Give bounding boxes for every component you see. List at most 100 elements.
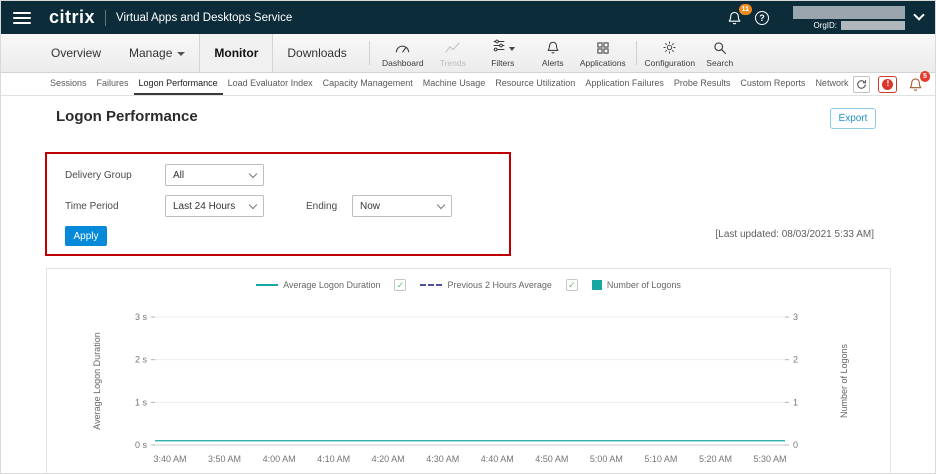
org-id-label: OrgID:: [813, 21, 837, 30]
nav-item-monitor[interactable]: Monitor: [199, 34, 273, 72]
line-swatch-icon: [256, 284, 278, 286]
notification-count-badge: 11: [739, 4, 752, 15]
svg-text:1 s: 1 s: [135, 397, 148, 407]
legend-item-previous-2-hours-average: Previous 2 Hours Average: [420, 280, 551, 290]
svg-text:1: 1: [793, 397, 798, 407]
nav-item-downloads[interactable]: Downloads: [273, 34, 360, 72]
svg-text:0: 0: [793, 440, 798, 450]
tool-applications[interactable]: Applications: [578, 34, 628, 72]
square-swatch-icon: [592, 280, 602, 290]
org-id-redacted: [841, 21, 905, 30]
svg-text:5:10 AM: 5:10 AM: [644, 454, 677, 464]
refresh-button[interactable]: [853, 76, 870, 93]
subtab-application-failures[interactable]: Application Failures: [580, 73, 669, 95]
svg-text:5:20 AM: 5:20 AM: [699, 454, 732, 464]
account-chevron-down-icon[interactable]: [913, 9, 924, 20]
page-title: Logon Performance: [56, 108, 198, 125]
time-period-label: Time Period: [65, 201, 119, 212]
subtab-logon-performance[interactable]: Logon Performance: [134, 73, 223, 95]
org-info: OrgID:: [785, 6, 905, 30]
main-nav: Overview Manage Monitor Downloads Dashbo…: [1, 34, 935, 73]
error-exclamation-icon: !: [882, 79, 893, 90]
dashboard-icon: [394, 39, 411, 55]
svg-text:4:30 AM: 4:30 AM: [426, 454, 459, 464]
filters-dropdown-caret-icon: [509, 47, 515, 51]
legend-item-number-of-logons: Number of Logons: [592, 280, 681, 290]
subtab-load-evaluator-index[interactable]: Load Evaluator Index: [223, 73, 318, 95]
delivery-group-label: Delivery Group: [65, 170, 132, 181]
dashed-line-swatch-icon: [420, 284, 442, 286]
legend-checkbox-previous-2-hours-average[interactable]: [566, 279, 578, 291]
svg-text:4:50 AM: 4:50 AM: [535, 454, 568, 464]
nav-item-manage[interactable]: Manage: [115, 34, 199, 72]
search-icon: [713, 39, 727, 55]
org-name-redacted: [793, 6, 905, 19]
svg-text:3: 3: [793, 312, 798, 322]
citrix-monitor-screen: citrix Virtual Apps and Desktops Service…: [0, 0, 936, 474]
svg-text:4:10 AM: 4:10 AM: [317, 454, 350, 464]
svg-text:Average Logon Duration: Average Logon Duration: [92, 332, 102, 429]
alarm-alerts-button[interactable]: 5: [905, 75, 925, 93]
nav-divider: [636, 41, 637, 65]
subtab-probe-results[interactable]: Probe Results: [669, 73, 736, 95]
monitor-subtabs: Sessions Failures Logon Performance Load…: [1, 73, 935, 96]
tool-configuration[interactable]: Configuration: [645, 34, 695, 72]
subtab-machine-usage[interactable]: Machine Usage: [418, 73, 491, 95]
help-icon[interactable]: ?: [755, 11, 769, 25]
chevron-down-icon: [177, 52, 185, 56]
svg-text:Number of Logons: Number of Logons: [839, 343, 849, 418]
svg-text:5:30 AM: 5:30 AM: [753, 454, 786, 464]
time-period-select[interactable]: Last 24 Hours: [165, 195, 264, 217]
svg-text:0 s: 0 s: [135, 440, 148, 450]
subtab-capacity-management[interactable]: Capacity Management: [318, 73, 418, 95]
applications-grid-icon: [596, 39, 610, 55]
chevron-down-icon: [249, 200, 257, 208]
subtab-sessions[interactable]: Sessions: [45, 73, 92, 95]
apply-button[interactable]: Apply: [65, 226, 107, 246]
logon-performance-chart-card: Average Logon Duration Previous 2 Hours …: [46, 268, 891, 474]
subtab-network[interactable]: Network: [810, 73, 853, 95]
chart-legend: Average Logon Duration Previous 2 Hours …: [47, 279, 890, 291]
svg-text:3:40 AM: 3:40 AM: [153, 454, 186, 464]
export-button[interactable]: Export: [830, 108, 876, 129]
svg-text:2 s: 2 s: [135, 355, 148, 365]
top-bar: citrix Virtual Apps and Desktops Service…: [1, 1, 935, 34]
tool-search[interactable]: Search: [695, 34, 745, 72]
legend-checkbox-average-logon-duration[interactable]: [394, 279, 406, 291]
filters-icon: [491, 38, 507, 55]
refresh-icon: [856, 79, 867, 90]
legend-item-average-logon-duration: Average Logon Duration: [256, 280, 380, 290]
nav-item-overview[interactable]: Overview: [37, 34, 115, 72]
error-indicator-button[interactable]: !: [878, 76, 897, 93]
hamburger-menu-icon[interactable]: [13, 12, 31, 24]
gear-icon: [662, 39, 677, 55]
product-title: Virtual Apps and Desktops Service: [116, 12, 292, 24]
topbar-divider: [105, 10, 106, 26]
tool-alerts[interactable]: Alerts: [528, 34, 578, 72]
nav-divider: [369, 41, 370, 65]
svg-text:5:00 AM: 5:00 AM: [590, 454, 623, 464]
subtab-custom-reports[interactable]: Custom Reports: [735, 73, 810, 95]
citrix-logo: citrix: [49, 7, 95, 28]
notification-bell-icon[interactable]: 11: [723, 7, 745, 29]
subtab-resource-utilization[interactable]: Resource Utilization: [490, 73, 580, 95]
subtab-failures[interactable]: Failures: [92, 73, 134, 95]
svg-text:2: 2: [793, 355, 798, 365]
tool-filters[interactable]: Filters: [478, 34, 528, 72]
delivery-group-select[interactable]: All: [165, 164, 264, 186]
trends-icon: [444, 39, 461, 55]
ending-label: Ending: [306, 201, 337, 212]
svg-text:4:20 AM: 4:20 AM: [372, 454, 405, 464]
tool-dashboard[interactable]: Dashboard: [378, 34, 428, 72]
tool-trends[interactable]: Trends: [428, 34, 478, 72]
alarm-count-badge: 5: [920, 71, 931, 82]
chevron-down-icon: [437, 200, 445, 208]
alerts-bell-icon: [546, 39, 560, 55]
svg-text:3 s: 3 s: [135, 312, 148, 322]
svg-text:3:50 AM: 3:50 AM: [208, 454, 241, 464]
logon-performance-chart: 0 s 0 1 s 1 2 s 2 3 s 3 3:40 AM 3:50 AM 4:00 AM 4:1…: [55, 305, 883, 474]
svg-text:4:00 AM: 4:00 AM: [263, 454, 296, 464]
ending-select[interactable]: Now: [352, 195, 452, 217]
last-updated-text: [Last updated: 08/03/2021 5:33 AM]: [716, 229, 874, 240]
svg-text:4:40 AM: 4:40 AM: [481, 454, 514, 464]
